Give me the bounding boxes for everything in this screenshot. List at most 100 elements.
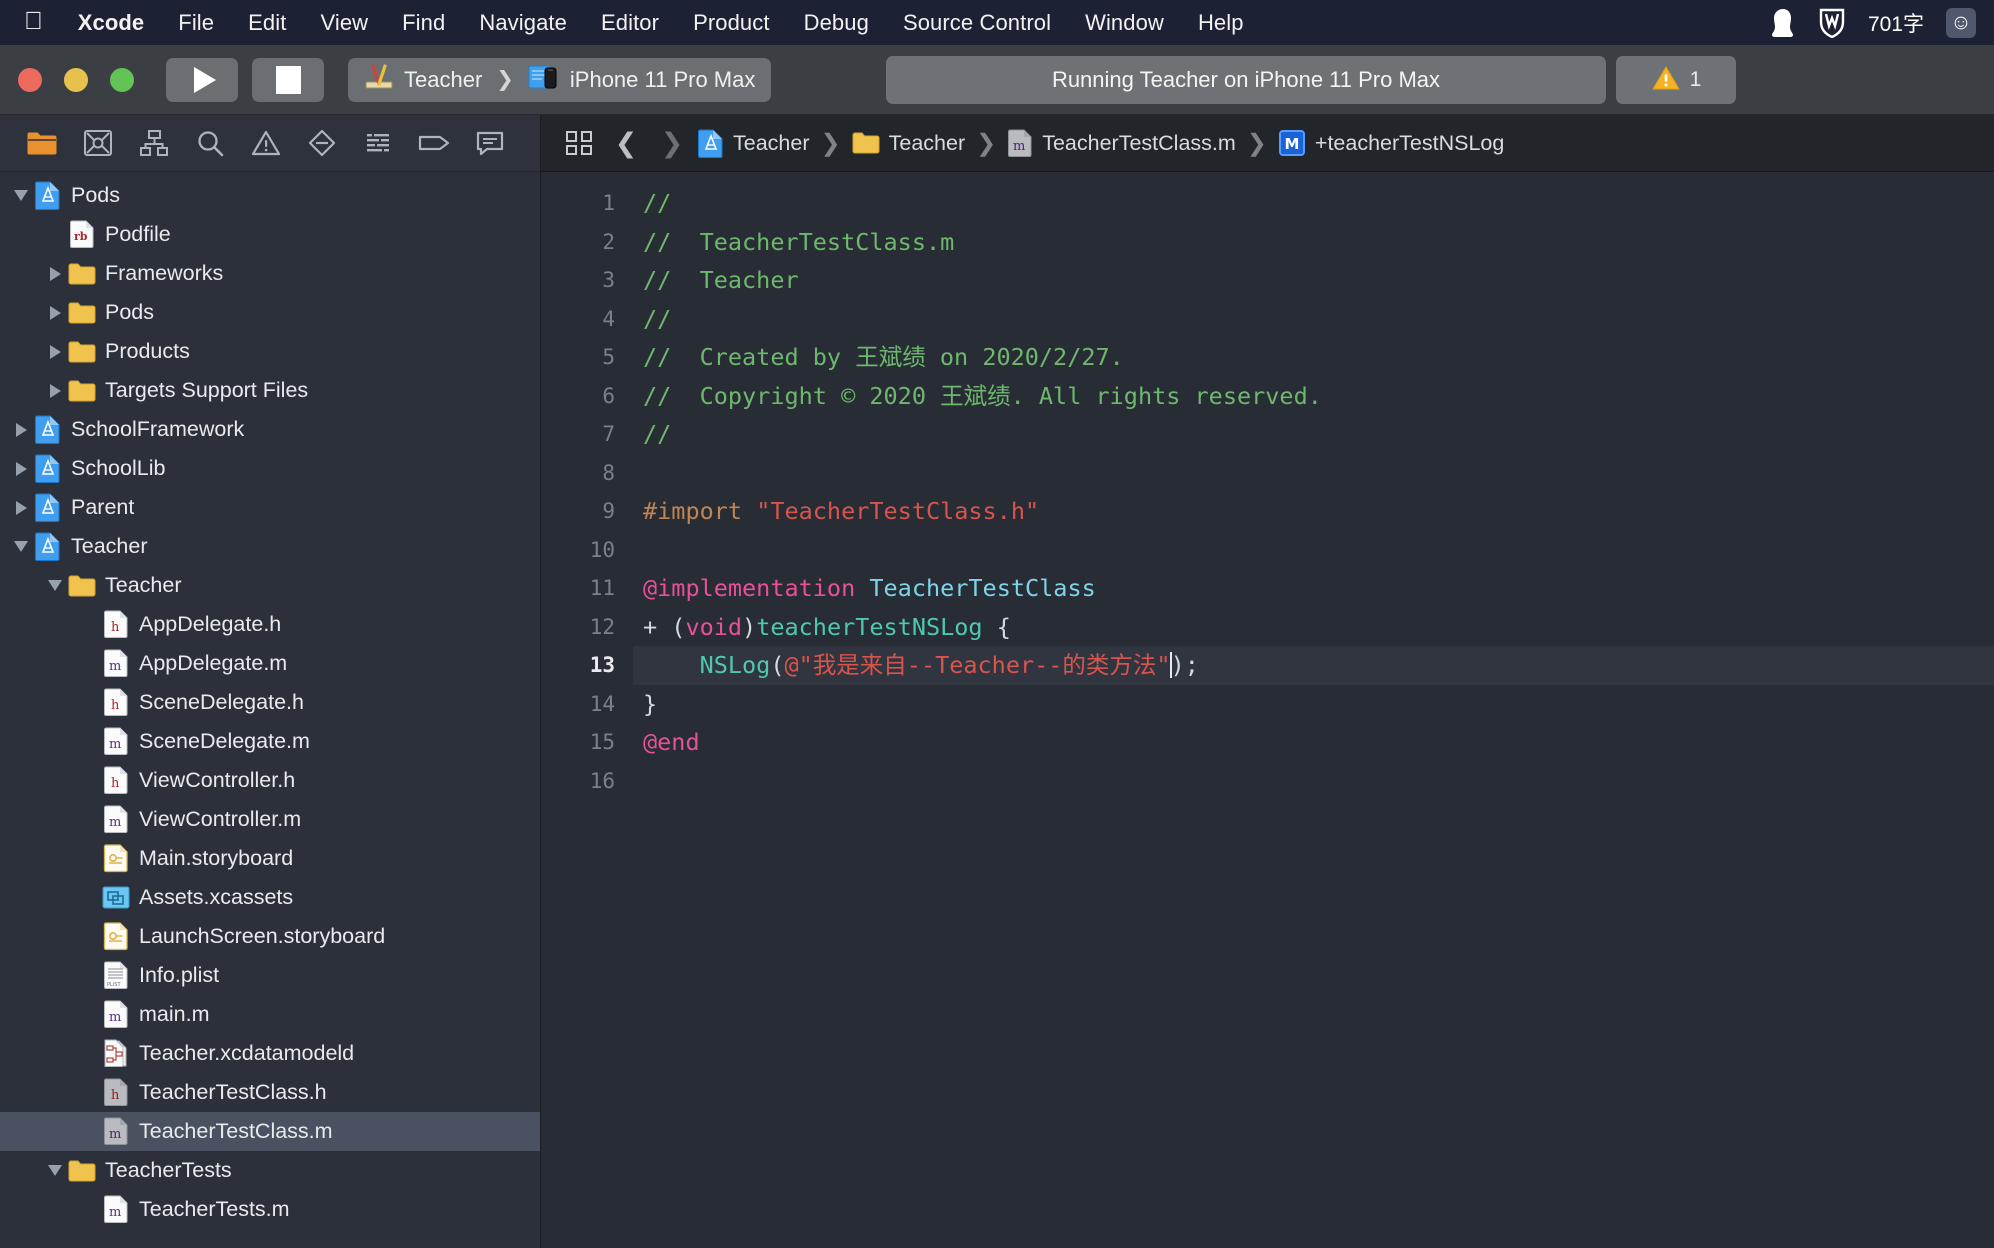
file-tree-row[interactable]: h SceneDelegate.h <box>0 683 540 722</box>
code-token-pln: } <box>643 689 658 718</box>
menu-xcode[interactable]: Xcode <box>61 10 162 36</box>
breadcrumb-item-teacher[interactable]: Teacher <box>695 129 813 158</box>
word-count-status[interactable]: 701字 <box>1868 8 1924 38</box>
test-navigator-tab[interactable] <box>294 121 350 165</box>
disclosure-triangle-closed-icon[interactable] <box>44 344 66 359</box>
file-tree-row[interactable]: Main.storyboard <box>0 839 540 878</box>
disclosure-triangle-open-icon[interactable] <box>10 190 32 201</box>
penguin-icon[interactable] <box>1770 8 1796 38</box>
apple-logo-icon[interactable]:  <box>16 8 61 37</box>
file-tree-row[interactable]: LaunchScreen.storyboard <box>0 917 540 956</box>
code-line[interactable]: // Teacher <box>633 261 1994 300</box>
code-line[interactable]: // <box>633 300 1994 339</box>
code-line[interactable]: + (void)teacherTestNSLog { <box>633 608 1994 647</box>
menu-file[interactable]: File <box>161 10 231 36</box>
menu-edit[interactable]: Edit <box>231 10 303 36</box>
menu-product[interactable]: Product <box>676 10 787 36</box>
symbol-navigator-tab[interactable] <box>126 121 182 165</box>
disclosure-triangle-closed-icon[interactable] <box>10 422 32 437</box>
minimize-button[interactable] <box>64 67 88 92</box>
file-tree-row[interactable]: m main.m <box>0 995 540 1034</box>
menu-editor[interactable]: Editor <box>584 10 676 36</box>
file-tree-row[interactable]: Pods <box>0 176 540 215</box>
navigate-back-button[interactable]: ❮ <box>603 128 649 159</box>
code-line[interactable] <box>633 762 1994 801</box>
disclosure-triangle-closed-icon[interactable] <box>44 266 66 281</box>
breakpoint-navigator-tab[interactable] <box>406 121 462 165</box>
source-code-area[interactable]: 1 2 3 4 5 6 7 8 9 10 11 12 13 14 15 16 //// TeacherTest… <box>541 172 1994 1248</box>
file-tree-row[interactable]: m SceneDelegate.m <box>0 722 540 761</box>
file-tree-row[interactable]: m ViewController.m <box>0 800 540 839</box>
run-button[interactable] <box>166 57 238 102</box>
file-tree-row[interactable]: Teacher <box>0 527 540 566</box>
file-tree-row[interactable]: SchoolLib <box>0 449 540 488</box>
menu-view[interactable]: View <box>303 10 385 36</box>
menu-debug[interactable]: Debug <box>787 10 886 36</box>
maximize-button[interactable] <box>110 67 134 92</box>
code-line[interactable]: @implementation TeacherTestClass <box>633 569 1994 608</box>
menu-window[interactable]: Window <box>1068 10 1181 36</box>
breadcrumb-item-teachertestclass-m[interactable]: m TeacherTestClass.m <box>1004 129 1239 158</box>
scheme-destination-selector[interactable]: Teacher ❯ iPhone 11 Pro Max <box>348 57 772 102</box>
report-navigator-tab[interactable] <box>462 121 518 165</box>
related-items-icon[interactable] <box>555 129 603 157</box>
project-navigator-tab[interactable] <box>14 121 70 165</box>
file-tree-row[interactable]: rb Podfile <box>0 215 540 254</box>
file-tree-row[interactable]: PLIST Info.plist <box>0 956 540 995</box>
code-line[interactable] <box>633 531 1994 570</box>
file-tree-row[interactable]: Teacher.xcdatamodeld <box>0 1034 540 1073</box>
code-line-current[interactable]: NSLog(@"我是来自--Teacher--的类方法"); <box>633 646 1994 685</box>
file-tree-row-selected[interactable]: m TeacherTestClass.m <box>0 1112 540 1151</box>
disclosure-triangle-closed-icon[interactable] <box>44 305 66 320</box>
issue-navigator-tab[interactable] <box>238 121 294 165</box>
file-tree-row[interactable]: m AppDelegate.m <box>0 644 540 683</box>
breadcrumb-item--teachertestnslog[interactable]: M +teacherTestNSLog <box>1275 129 1507 157</box>
file-tree-row[interactable]: h AppDelegate.h <box>0 605 540 644</box>
code-line[interactable]: // TeacherTestClass.m <box>633 223 1994 262</box>
disclosure-triangle-closed-icon[interactable] <box>10 461 32 476</box>
w-logo-icon[interactable] <box>1818 8 1846 38</box>
warning-triangle-icon <box>1651 64 1681 97</box>
code-token-str: @"我是来自--Teacher--的类方法" <box>784 651 1171 679</box>
close-button[interactable] <box>18 67 42 92</box>
disclosure-triangle-closed-icon[interactable] <box>10 500 32 515</box>
file-tree-row[interactable]: Parent <box>0 488 540 527</box>
disclosure-triangle-open-icon[interactable] <box>44 580 66 591</box>
file-tree-row[interactable]: Targets Support Files <box>0 371 540 410</box>
file-tree-row[interactable]: m TeacherTests.m <box>0 1190 540 1229</box>
code-line[interactable]: // Copyright © 2020 王斌绩. All rights rese… <box>633 377 1994 416</box>
menu-navigate[interactable]: Navigate <box>462 10 584 36</box>
file-tree-row[interactable]: TeacherTests <box>0 1151 540 1190</box>
file-tree-row[interactable]: Frameworks <box>0 254 540 293</box>
file-tree-row[interactable]: Teacher <box>0 566 540 605</box>
menu-find[interactable]: Find <box>385 10 462 36</box>
breadcrumb-item-teacher[interactable]: Teacher <box>849 131 969 156</box>
find-navigator-tab[interactable] <box>182 121 238 165</box>
navigate-forward-button[interactable]: ❯ <box>649 128 695 159</box>
disclosure-triangle-open-icon[interactable] <box>10 541 32 552</box>
smiley-face-icon[interactable]: ☺ <box>1946 7 1976 38</box>
code-line[interactable]: // Created by 王斌绩 on 2020/2/27. <box>633 338 1994 377</box>
disclosure-triangle-closed-icon[interactable] <box>44 383 66 398</box>
source-control-navigator-tab[interactable] <box>70 121 126 165</box>
disclosure-triangle-open-icon[interactable] <box>44 1165 66 1176</box>
stop-button[interactable] <box>252 57 324 102</box>
code-line[interactable]: // <box>633 415 1994 454</box>
issues-indicator[interactable]: 1 <box>1616 56 1736 104</box>
file-tree-row[interactable]: h TeacherTestClass.h <box>0 1073 540 1112</box>
file-tree-row[interactable]: Assets.xcassets <box>0 878 540 917</box>
code-text[interactable]: // // TeacherTestClass.m // Teacher // // Cr… <box>633 172 1994 1248</box>
menu-source-control[interactable]: Source Control <box>886 10 1068 36</box>
file-tree-row[interactable]: SchoolFramework <box>0 410 540 449</box>
project-file-tree[interactable]: Pods rb Podfile Frameworks Pods Products Targe… <box>0 172 540 1248</box>
code-line[interactable]: @end <box>633 723 1994 762</box>
debug-navigator-tab[interactable] <box>350 121 406 165</box>
menu-help[interactable]: Help <box>1181 10 1261 36</box>
code-line[interactable] <box>633 454 1994 493</box>
code-line[interactable]: } <box>633 685 1994 724</box>
file-tree-row[interactable]: h ViewController.h <box>0 761 540 800</box>
file-tree-row[interactable]: Pods <box>0 293 540 332</box>
code-line[interactable]: // <box>633 184 1994 223</box>
file-tree-row[interactable]: Products <box>0 332 540 371</box>
code-line[interactable]: #import "TeacherTestClass.h" <box>633 492 1994 531</box>
